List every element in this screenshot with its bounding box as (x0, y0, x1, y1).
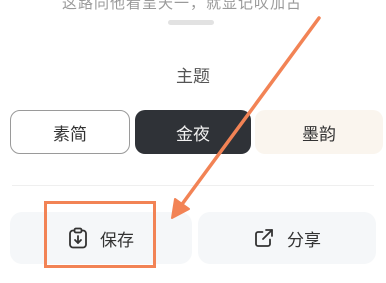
theme-option-label: 素简 (53, 124, 87, 145)
theme-option-ink[interactable]: 墨韵 (255, 110, 383, 154)
theme-option-night[interactable]: 金夜 (135, 110, 251, 154)
highlight-box (44, 201, 156, 268)
share-label: 分享 (287, 230, 321, 251)
theme-option-label: 金夜 (176, 124, 210, 145)
share-external-icon (253, 227, 275, 249)
drag-handle[interactable] (168, 20, 214, 25)
share-button[interactable]: 分享 (198, 212, 376, 264)
divider (12, 185, 374, 186)
theme-option-label: 墨韵 (302, 124, 336, 145)
theme-option-plain[interactable]: 素简 (10, 110, 130, 154)
sheet-title: 主题 (176, 67, 210, 87)
